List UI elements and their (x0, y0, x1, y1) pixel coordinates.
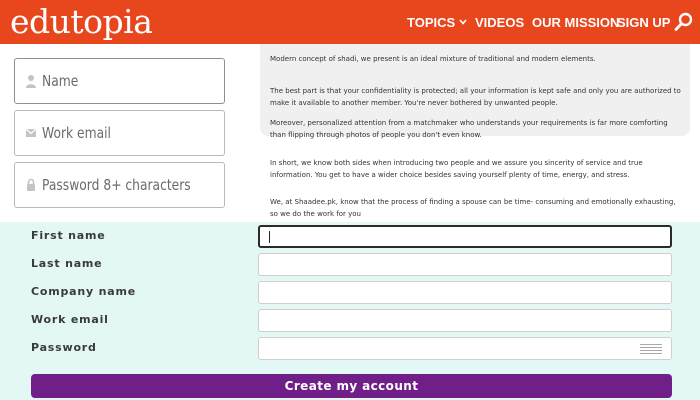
last-name-input[interactable] (258, 253, 672, 276)
signup-work-email-input[interactable] (258, 309, 672, 332)
nav-our-mission[interactable]: OUR MISSION (532, 0, 619, 44)
search-icon[interactable] (674, 12, 694, 32)
company-name-label: Company name (31, 285, 136, 298)
info-text-panel: Modern concept of shadi, we present is a… (260, 44, 690, 222)
edutopia-logo[interactable]: edutopia (10, 3, 153, 41)
name-placeholder: Name (42, 72, 79, 90)
nav-topics[interactable]: TOPICS (407, 0, 467, 44)
paragraph-5: We, at Shaadee.pk, know that the process… (270, 198, 676, 218)
work-email-input[interactable]: Work email (14, 110, 225, 156)
site-header: edutopia TOPICS VIDEOS OUR MISSION SIGN … (0, 0, 700, 44)
first-name-input[interactable] (258, 225, 672, 248)
company-name-input[interactable] (258, 281, 672, 304)
nav-videos[interactable]: VIDEOS (475, 0, 524, 44)
work-email-placeholder: Work email (42, 124, 111, 142)
signup-password-label: Password (31, 341, 97, 354)
name-input[interactable]: Name (14, 58, 225, 104)
password-placeholder: Password 8+ characters (42, 176, 191, 194)
password-manager-icon[interactable] (640, 344, 662, 354)
first-name-label: First name (31, 229, 106, 242)
paragraph-3: Moreover, personalized attention from a … (270, 119, 668, 139)
signup-password-input[interactable] (258, 337, 672, 360)
person-icon (26, 75, 36, 88)
nav-sign-up[interactable]: SIGN UP (617, 0, 670, 44)
signup-work-email-label: Work email (31, 313, 109, 326)
paragraph-1: Modern concept of shadi, we present is a… (270, 55, 596, 63)
paragraph-2: The best part is that your confidentiali… (270, 87, 681, 107)
chevron-down-icon (459, 19, 467, 25)
password-input[interactable]: Password 8+ characters (14, 162, 225, 208)
nav-topics-label: TOPICS (407, 14, 456, 30)
create-account-button[interactable]: Create my account (31, 374, 672, 398)
lock-icon (27, 178, 35, 191)
paragraph-4: In short, we know both sides when introd… (270, 159, 643, 179)
last-name-label: Last name (31, 257, 103, 270)
text-cursor (269, 231, 270, 243)
envelope-icon (25, 128, 37, 137)
